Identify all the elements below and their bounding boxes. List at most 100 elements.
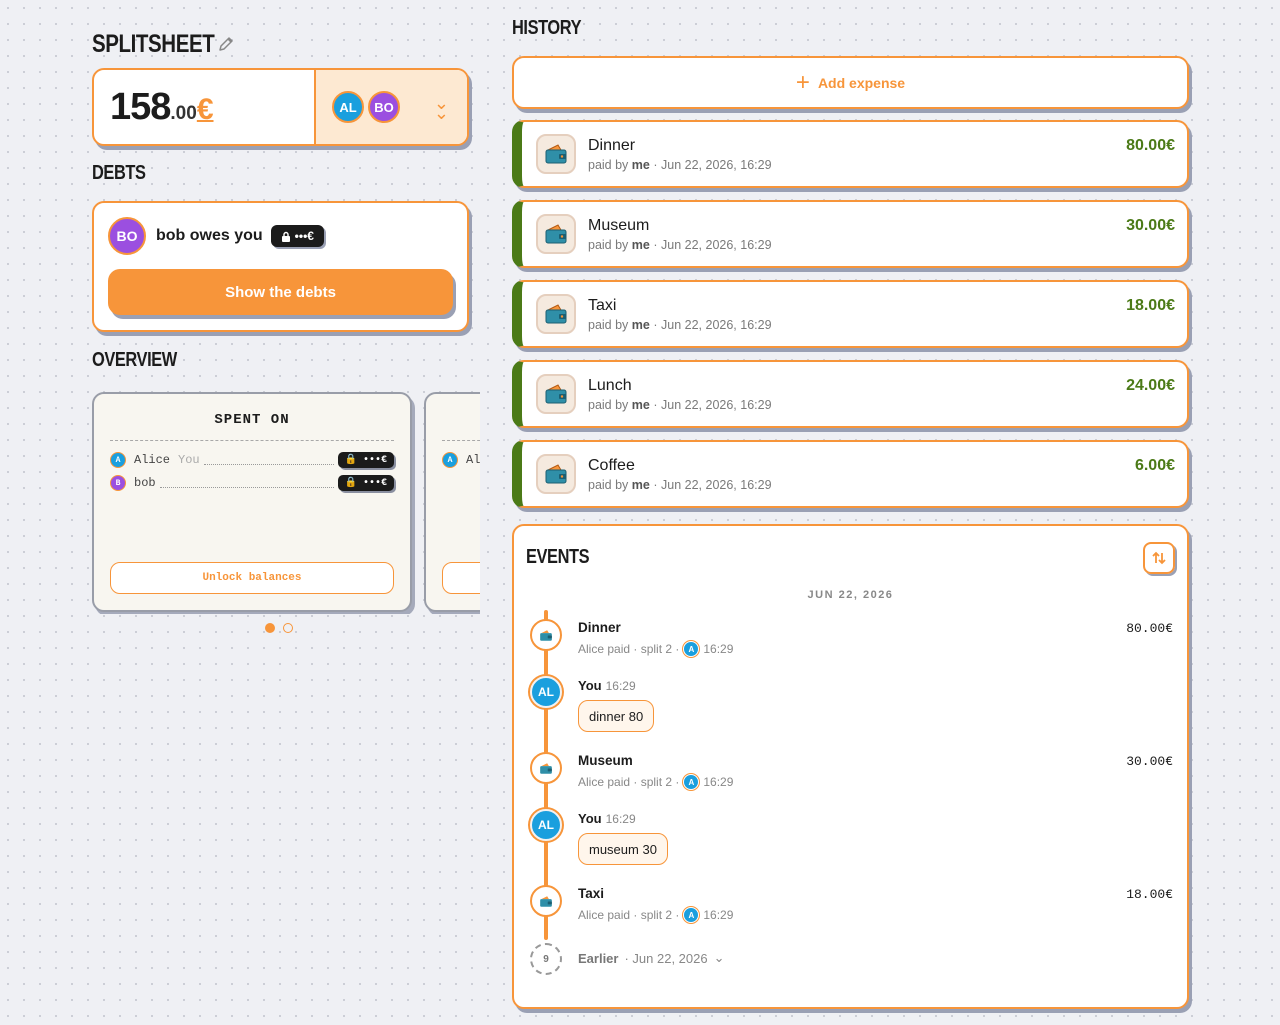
expense-amount: 24.00€ (1126, 377, 1175, 394)
locked-amount[interactable]: 🔒 •••€ (337, 452, 394, 468)
carousel-dots (265, 623, 293, 633)
member-avatar: BO (368, 91, 400, 123)
you-tag: You (178, 453, 200, 467)
event-expense-node (530, 619, 562, 651)
event-expense-node (530, 752, 562, 784)
date-separator: JUN 22, 2026 (807, 589, 894, 601)
next-overview-card[interactable]: A Al (424, 392, 480, 612)
expense-name: Coffee (588, 457, 635, 474)
total-integer: 158 (110, 86, 171, 128)
member-badge: A (110, 452, 126, 468)
lock-icon (281, 231, 290, 242)
expense-name: Lunch (588, 377, 632, 394)
comment-bubble: museum 30 (578, 833, 668, 865)
expense-icon (536, 134, 576, 174)
expense-meta: paid by me · Jun 22, 2026, 16:29 (588, 398, 772, 412)
expense-icon (536, 454, 576, 494)
total-amount: 158 .00 € (94, 70, 316, 144)
member-avatar: AL (332, 91, 364, 123)
event-subtitle: Alice paid · split 2 · A 16:29 (578, 774, 734, 790)
expense-meta: paid by me · Jun 22, 2026, 16:29 (588, 478, 772, 492)
expense-meta: paid by me · Jun 22, 2026, 16:29 (588, 318, 772, 332)
chevron-down-icon: ⌄ (713, 950, 725, 965)
overview-heading: OVERVIEW (92, 349, 177, 371)
event-title: Museum (578, 753, 633, 768)
overview-carousel[interactable]: SPENT ON A Alice You 🔒 •••€ B bob 🔒 •••€… (92, 392, 480, 614)
locked-amount-pill[interactable]: •••€ (270, 225, 324, 247)
comment-bubble: dinner 80 (578, 700, 655, 732)
wallet-icon (545, 464, 567, 484)
expense-icon (536, 374, 576, 414)
member-badge: B (110, 475, 126, 491)
edit-pencil-icon[interactable] (216, 34, 236, 54)
member-name: Alice (134, 453, 171, 467)
total-decimal: .00 (170, 103, 197, 124)
locked-amount[interactable]: 🔒 •••€ (337, 475, 394, 491)
plus-icon: + (795, 68, 810, 96)
wallet-icon (540, 629, 552, 641)
payer-badge: A (683, 774, 700, 790)
receipt-row: A Alice You 🔒 •••€ (110, 452, 394, 468)
debts-heading: DEBTS (92, 162, 146, 184)
member-name: bob (134, 476, 156, 490)
expense-meta: paid by me · Jun 22, 2026, 16:29 (588, 238, 772, 252)
expense-name: Museum (588, 217, 650, 234)
earlier-count-badge: 9 (530, 943, 562, 975)
comment-author: You 16:29 (578, 811, 636, 826)
expense-name: Taxi (588, 297, 617, 314)
sort-order-button[interactable] (1143, 542, 1175, 574)
events-card: EVENTS JUN 22, 2026 Dinner Alice paid · s… (512, 524, 1189, 1009)
expense-amount: 18.00€ (1126, 297, 1175, 314)
double-chevron-down-icon[interactable]: ⌄ ⌄ (434, 94, 449, 122)
wallet-icon (545, 384, 567, 404)
debt-text: bob owes you (156, 227, 263, 244)
member-name: Al (466, 453, 480, 467)
show-debts-button[interactable]: Show the debts (108, 269, 453, 315)
earlier-toggle[interactable]: Earlier · Jun 22, 2026 ⌄ (578, 950, 725, 966)
receipt-divider (110, 440, 394, 441)
sort-arrows-icon (1152, 551, 1166, 565)
wallet-icon (545, 224, 567, 244)
expense-name: Dinner (588, 137, 636, 154)
debts-card: BO bob owes you •••€ Show the debts (92, 201, 469, 332)
add-expense-button[interactable]: + Add expense (512, 56, 1189, 109)
comment-author-avatar: AL (530, 676, 562, 708)
expense-icon (536, 294, 576, 334)
carousel-dot-active[interactable] (265, 623, 275, 633)
app-title: SPLITSHEET (92, 29, 215, 58)
debtor-avatar: BO (108, 217, 146, 255)
spent-on-card: SPENT ON A Alice You 🔒 •••€ B bob 🔒 •••€… (92, 392, 412, 612)
payer-badge: A (683, 907, 700, 923)
event-amount: 18.00€ (1126, 887, 1173, 902)
event-amount: 30.00€ (1126, 754, 1173, 769)
wallet-icon (540, 762, 552, 774)
event-title: Dinner (578, 620, 621, 635)
unlock-balances-button[interactable] (442, 562, 480, 594)
expense-amount: 30.00€ (1126, 217, 1175, 234)
total-card: 158 .00 € AL BO ⌄ ⌄ (92, 68, 469, 146)
expense-card[interactable]: Taxi paid by me · Jun 22, 2026, 16:29 18.0… (512, 280, 1189, 348)
event-subtitle: Alice paid · split 2 · A 16:29 (578, 641, 734, 657)
comment-author: You 16:29 (578, 678, 636, 693)
events-heading: EVENTS (526, 546, 590, 568)
unlock-balances-button[interactable]: Unlock balances (110, 562, 394, 594)
expense-icon (536, 214, 576, 254)
event-expense-node (530, 885, 562, 917)
payer-badge: A (683, 641, 700, 657)
wallet-icon (545, 304, 567, 324)
members-toggle[interactable]: AL BO ⌄ ⌄ (316, 70, 467, 144)
receipt-title: SPENT ON (214, 412, 290, 428)
carousel-dot[interactable] (283, 623, 293, 633)
expense-meta: paid by me · Jun 22, 2026, 16:29 (588, 158, 772, 172)
member-badge: A (442, 452, 458, 468)
expense-amount: 80.00€ (1126, 137, 1175, 154)
event-amount: 80.00€ (1126, 621, 1173, 636)
expense-card[interactable]: Dinner paid by me · Jun 22, 2026, 16:29 80… (512, 120, 1189, 188)
expense-card[interactable]: Museum paid by me · Jun 22, 2026, 16:29 30… (512, 200, 1189, 268)
receipt-row: B bob 🔒 •••€ (110, 475, 394, 491)
expense-card[interactable]: Lunch paid by me · Jun 22, 2026, 16:29 24.… (512, 360, 1189, 428)
comment-author-avatar: AL (530, 809, 562, 841)
expense-card[interactable]: Coffee paid by me · Jun 22, 2026, 16:29 6.… (512, 440, 1189, 508)
expense-amount: 6.00€ (1134, 457, 1175, 474)
history-heading: HISTORY (512, 17, 582, 39)
